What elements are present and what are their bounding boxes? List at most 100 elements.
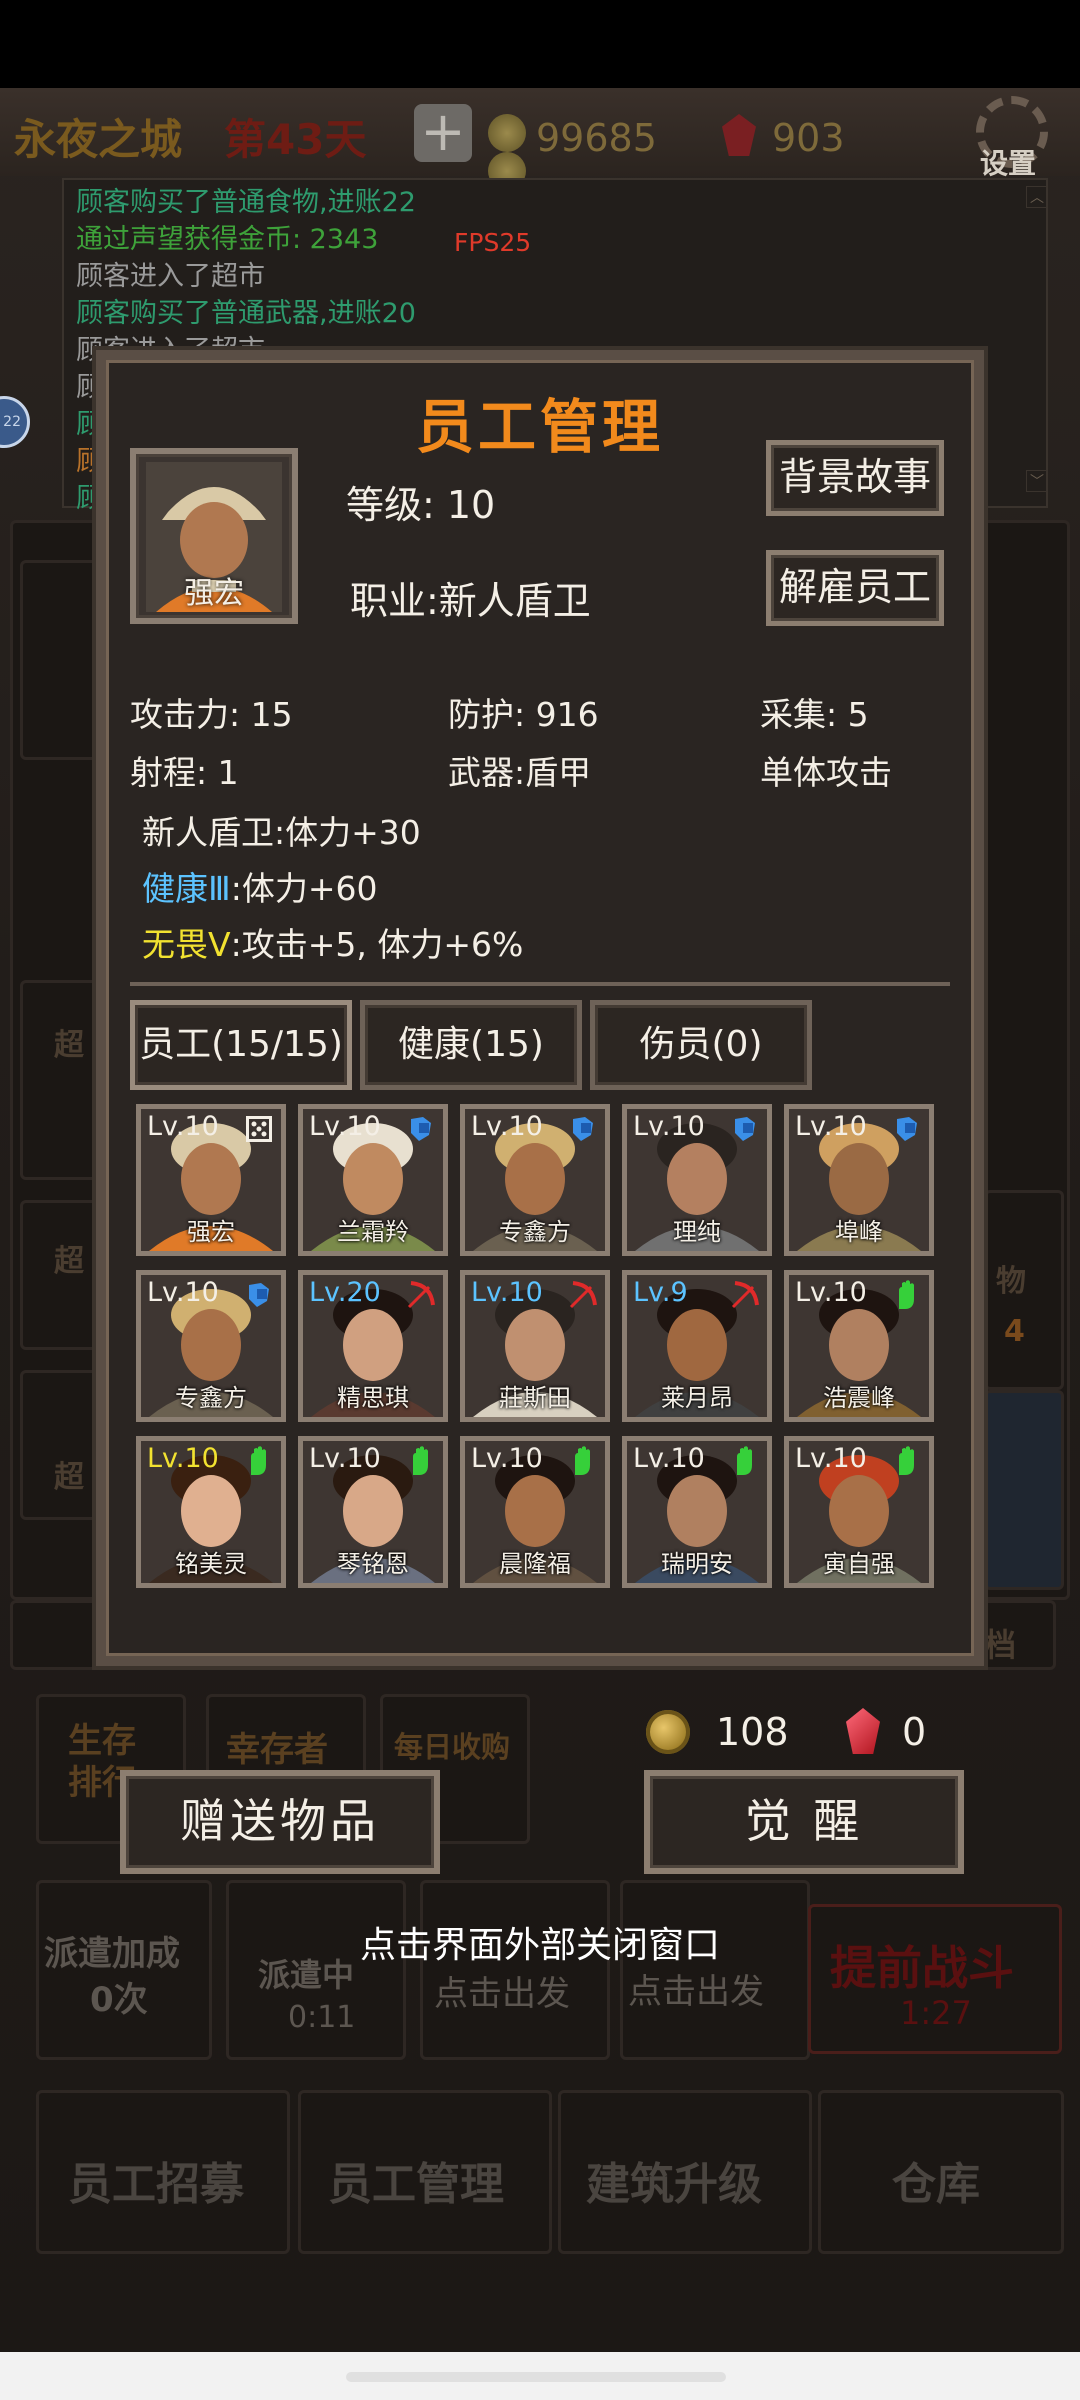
fire-staff-button[interactable]: 解雇员工 (766, 550, 944, 626)
trait-name: 新人盾卫 (142, 813, 274, 852)
trait-row: 健康Ⅲ:体力+60 (142, 862, 378, 910)
trait-name: 无畏Ⅴ (142, 925, 231, 964)
trait-effect: :体力+60 (230, 869, 378, 908)
staff-level: 等级: 10 (346, 483, 496, 527)
side-item-label: 物 (996, 1264, 1026, 1299)
staff-name: 莱月昂 (661, 1384, 733, 1412)
staff-card[interactable]: Lv.10 强宏 (136, 1104, 286, 1256)
staff-level: Lv.10 (471, 1277, 543, 1308)
awaken-button[interactable]: 觉 醒 (644, 1770, 964, 1874)
log-line: 顾客购买了普通食物,进账22 (76, 187, 416, 218)
staff-level: Lv.10 (633, 1443, 705, 1474)
log-line: 顾客购买了普通武器,进账20 (76, 298, 416, 329)
nav-upgrade-label: 建筑升级 (586, 2159, 762, 2210)
staff-card[interactable]: Lv.10 晨隆福 (460, 1436, 610, 1588)
shield-icon (729, 1113, 761, 1145)
staff-card[interactable]: Lv.10 铭美灵 (136, 1436, 286, 1588)
bow-icon (567, 1279, 599, 1311)
trait-row: 无畏Ⅴ:攻击+5, 体力+6% (142, 918, 523, 966)
dispatch-count: 0次 (90, 1980, 148, 2020)
staff-card[interactable]: Lv.10 理纯 (622, 1104, 772, 1256)
staff-grid: Lv.10 强宏 Lv.10 兰霜羚 Lv.10 专鑫方 Lv.10 理纯 Lv.10 埠峰 Lv.… (136, 1104, 956, 1594)
staff-name: 理纯 (673, 1218, 721, 1246)
right-slot-2 (984, 1390, 1064, 1590)
side-item-count: 4 (1004, 1314, 1025, 1349)
nav-recruit-label: 员工招募 (68, 2159, 244, 2210)
staff-level: Lv.10 (147, 1443, 219, 1474)
tab-healthy[interactable]: 健康(15) (360, 1000, 582, 1090)
status-bar (0, 0, 1080, 88)
staff-card[interactable]: Lv.10 寅自强 (784, 1436, 934, 1588)
bow-icon (405, 1279, 437, 1311)
staff-name: 专鑫方 (499, 1218, 571, 1246)
defense-stat: 防护: 916 (448, 695, 599, 734)
scroll-down-icon[interactable]: ﹀ (1026, 470, 1048, 492)
staff-job: 职业:新人盾卫 (350, 579, 591, 623)
staff-card[interactable]: Lv.10 埠峰 (784, 1104, 934, 1256)
add-resource-button[interactable]: + (414, 104, 472, 162)
staff-level: Lv.10 (309, 1111, 381, 1142)
trait-row: 新人盾卫:体力+30 (142, 806, 421, 854)
trait-effect: :攻击+5, 体力+6% (230, 925, 524, 964)
staff-card[interactable]: Lv.10 兰霜羚 (298, 1104, 448, 1256)
nav-warehouse-label: 仓库 (892, 2159, 980, 2210)
coin-icon (488, 114, 526, 152)
staff-level: Lv.20 (309, 1277, 381, 1308)
staff-name: 铭美灵 (175, 1550, 247, 1578)
staff-management-dialog: 员工管理 强宏 等级: 10 职业:新人盾卫 背景故事 解雇员工 攻击力: 15… (96, 350, 984, 1666)
staff-level: Lv.10 (309, 1443, 381, 1474)
staff-name: 专鑫方 (175, 1384, 247, 1412)
settings-button[interactable]: 设置 (980, 142, 1036, 182)
daily-label: 每日收购 (394, 1730, 511, 1764)
tab-staff[interactable]: 员工(15/15) (130, 1000, 352, 1090)
selected-staff-avatar[interactable]: 强宏 (130, 448, 298, 624)
staff-name: 莊斯田 (499, 1384, 571, 1412)
side-gear-label: 档 (984, 1626, 1017, 1664)
dice-icon (243, 1113, 275, 1145)
staff-level: Lv.10 (471, 1111, 543, 1142)
attack-stat: 攻击力: 15 (130, 695, 293, 734)
staff-name: 兰霜羚 (337, 1218, 409, 1246)
gather-hand-icon (891, 1445, 923, 1477)
left-super-2: 超 (54, 1244, 84, 1279)
scroll-up-icon[interactable]: ︿ (1026, 186, 1048, 208)
gift-item-button[interactable]: 赠送物品 (120, 1770, 440, 1874)
staff-level: Lv.10 (147, 1111, 219, 1142)
staff-card[interactable]: Lv.10 专鑫方 (136, 1270, 286, 1422)
staff-card[interactable]: Lv.10 琴铭恩 (298, 1436, 448, 1588)
left-super-1: 超 (54, 1028, 84, 1063)
fps-counter: FPS25 (454, 228, 532, 257)
shield-icon (891, 1113, 923, 1145)
gather-hand-icon (405, 1445, 437, 1477)
staff-card[interactable]: Lv.20 精思琪 (298, 1270, 448, 1422)
go-label-2: 点击出发 (628, 1972, 764, 2012)
dispatch-timer: 0:11 (288, 2000, 356, 2035)
nav-manage-label: 员工管理 (328, 2159, 504, 2210)
home-indicator[interactable] (346, 2372, 726, 2382)
staff-level: Lv.10 (147, 1277, 219, 1308)
staff-card[interactable]: Lv.10 专鑫方 (460, 1104, 610, 1256)
log-line: 顾客进入了超市 (76, 261, 265, 292)
gather-hand-icon (243, 1445, 275, 1477)
trait-effect: :体力+30 (274, 813, 421, 852)
staff-card[interactable]: Lv.10 浩震峰 (784, 1270, 934, 1422)
shield-icon (567, 1113, 599, 1145)
backstory-button[interactable]: 背景故事 (766, 440, 944, 516)
section-divider (130, 982, 950, 986)
staff-card[interactable]: Lv.10 莊斯田 (460, 1270, 610, 1422)
staff-name: 寅自强 (823, 1550, 895, 1578)
tab-injured[interactable]: 伤员(0) (590, 1000, 812, 1090)
gold-amount: 99685 (536, 116, 657, 160)
staff-level: Lv.10 (795, 1443, 867, 1474)
staff-name: 精思琪 (337, 1384, 409, 1412)
staff-card[interactable]: Lv.9 莱月昂 (622, 1270, 772, 1422)
gather-hand-icon (891, 1279, 923, 1311)
target-stat: 单体攻击 (760, 753, 892, 792)
close-hint-text: 点击界面外部关闭窗口 (359, 1925, 720, 1966)
staff-card[interactable]: Lv.10 瑞明安 (622, 1436, 772, 1588)
coin-icon (646, 1710, 690, 1754)
selected-staff-name: 强宏 (184, 576, 244, 611)
staff-level: Lv.9 (633, 1277, 688, 1308)
gather-stat: 采集: 5 (760, 695, 869, 734)
go-label-1: 点击出发 (434, 1974, 570, 2014)
